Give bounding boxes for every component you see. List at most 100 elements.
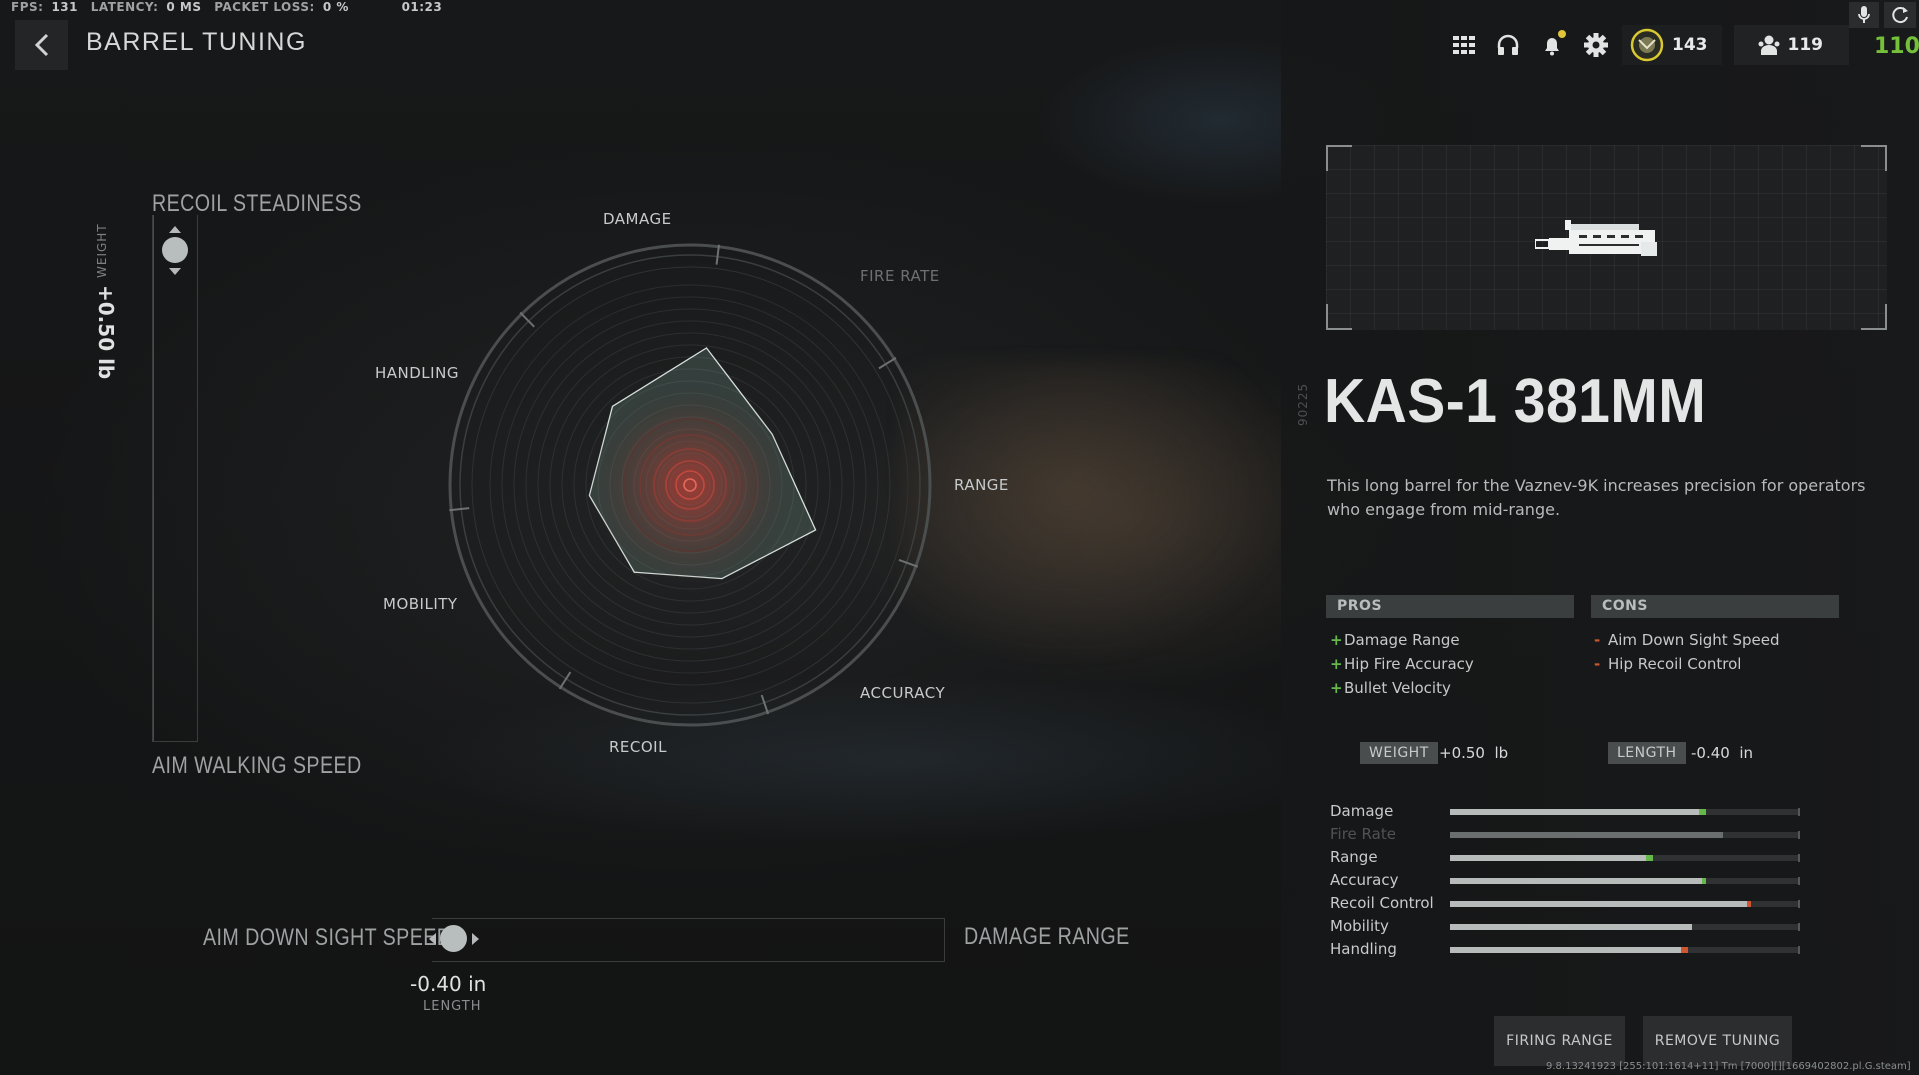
attachment-name: KAS-1 381MM bbox=[1324, 367, 1707, 436]
frame-corner bbox=[1861, 304, 1887, 330]
aim-down-sight-speed-label: AIM DOWN SIGHT SPEED bbox=[203, 924, 452, 951]
radar-label-mobility: MOBILITY bbox=[383, 595, 458, 613]
stat-row-fire-rate: Fire Rate bbox=[1330, 823, 1800, 845]
microphone-icon bbox=[1858, 6, 1870, 23]
stat-row-mobility: Mobility bbox=[1330, 915, 1800, 937]
mic-button[interactable] bbox=[1849, 2, 1879, 28]
radar-axis-tick bbox=[898, 559, 919, 568]
barrel-attachment-icon bbox=[1535, 220, 1657, 256]
stat-bar bbox=[1450, 831, 1800, 839]
pros-marker: + bbox=[1330, 655, 1343, 673]
latency-label: LATENCY: bbox=[90, 0, 159, 14]
cons-list: - Aim Down Sight Speed - Hip Recoil Control bbox=[1594, 628, 1779, 676]
weight-slider-thumb[interactable] bbox=[162, 237, 188, 263]
pros-text: Bullet Velocity bbox=[1344, 679, 1451, 697]
cons-item: - Aim Down Sight Speed bbox=[1594, 628, 1779, 652]
fps-value: 131 bbox=[51, 0, 78, 14]
stat-bar-end bbox=[1798, 923, 1800, 931]
attachment-preview bbox=[1326, 145, 1887, 330]
weight-slider-track[interactable] bbox=[152, 215, 198, 742]
stat-row-range: Range bbox=[1330, 846, 1800, 868]
stat-bar-end bbox=[1798, 900, 1800, 908]
headset-icon bbox=[1497, 34, 1519, 55]
frame-corner bbox=[1326, 145, 1352, 171]
stat-row-recoil-control: Recoil Control bbox=[1330, 892, 1800, 914]
stat-bar-fill bbox=[1450, 901, 1751, 907]
stat-bar-change bbox=[1747, 901, 1751, 907]
stat-row-damage: Damage bbox=[1330, 800, 1800, 822]
pros-marker: + bbox=[1330, 679, 1343, 697]
back-button[interactable] bbox=[15, 20, 68, 70]
green-counter: 110 bbox=[1874, 34, 1919, 59]
stat-bar-end bbox=[1798, 877, 1800, 885]
pros-item: +Bullet Velocity bbox=[1330, 676, 1474, 700]
settings-button[interactable] bbox=[1574, 25, 1618, 65]
menu-grid-button[interactable] bbox=[1442, 25, 1486, 65]
stat-bar-fill bbox=[1450, 947, 1688, 953]
stat-bar-end bbox=[1798, 946, 1800, 954]
cons-text: Hip Recoil Control bbox=[1608, 655, 1742, 673]
frame-corner bbox=[1326, 304, 1352, 330]
length-slider-track[interactable] bbox=[432, 918, 945, 962]
cons-item: - Hip Recoil Control bbox=[1594, 652, 1779, 676]
stat-bar bbox=[1450, 877, 1800, 885]
stat-bar bbox=[1450, 808, 1800, 816]
stat-name: Handling bbox=[1330, 940, 1397, 958]
radar-axis-tick bbox=[519, 311, 535, 328]
firing-range-button[interactable]: FIRING RANGE bbox=[1494, 1016, 1625, 1066]
arrow-up-icon bbox=[169, 226, 181, 233]
pros-text: Damage Range bbox=[1344, 631, 1460, 649]
radar-label-range: RANGE bbox=[954, 476, 1009, 494]
stat-bar-change bbox=[1646, 855, 1653, 861]
radar-label-handling: HANDLING bbox=[375, 364, 459, 382]
remove-tuning-button[interactable]: REMOVE TUNING bbox=[1643, 1016, 1792, 1066]
stat-name: Damage bbox=[1330, 802, 1394, 820]
fps-label: FPS: bbox=[11, 0, 44, 14]
latency-value: 0 MS bbox=[166, 0, 202, 14]
cons-marker: - bbox=[1594, 631, 1601, 649]
length-tag: LENGTH bbox=[1608, 742, 1686, 764]
grid-icon bbox=[1453, 36, 1475, 54]
stat-name: Range bbox=[1330, 848, 1378, 866]
recoil-steadiness-label: RECOIL STEADINESS bbox=[152, 190, 362, 217]
stat-bar bbox=[1450, 854, 1800, 862]
pros-item: +Hip Fire Accuracy bbox=[1330, 652, 1474, 676]
session-time: 01:23 bbox=[401, 0, 443, 14]
attachment-code: 90225 bbox=[1296, 382, 1310, 426]
radar-axis-tick bbox=[760, 694, 770, 715]
cons-header: CONS bbox=[1591, 595, 1839, 618]
stat-bar-end bbox=[1798, 831, 1800, 839]
pros-item: +Damage Range bbox=[1330, 628, 1474, 652]
length-slider-thumb[interactable] bbox=[440, 925, 467, 952]
player-level-button[interactable]: 143 bbox=[1622, 25, 1722, 65]
arrow-left-icon bbox=[429, 933, 436, 945]
stat-bar bbox=[1450, 900, 1800, 908]
stat-name: Recoil Control bbox=[1330, 894, 1434, 912]
stat-bar-end bbox=[1798, 854, 1800, 862]
stat-name: Mobility bbox=[1330, 917, 1389, 935]
stat-name: Fire Rate bbox=[1330, 825, 1396, 843]
stat-bar-fill bbox=[1450, 855, 1646, 861]
refresh-button[interactable] bbox=[1884, 2, 1916, 28]
weight-tag: WEIGHT bbox=[1360, 742, 1438, 764]
stat-bar bbox=[1450, 946, 1800, 954]
arrow-down-icon bbox=[169, 268, 181, 275]
cons-text: Aim Down Sight Speed bbox=[1608, 631, 1780, 649]
build-info: 9.8.13241923 [255:101:1614+11] Tm [7000]… bbox=[1546, 1061, 1911, 1072]
friends-icon bbox=[1758, 35, 1779, 55]
notifications-button[interactable] bbox=[1530, 25, 1574, 65]
gear-icon bbox=[1584, 33, 1608, 57]
stats-radar: DAMAGE FIRE RATE RANGE ACCURACY RECOIL M… bbox=[360, 200, 1020, 780]
length-value: -0.40 in bbox=[410, 972, 487, 996]
top-nav-icons: 143 119 bbox=[1442, 25, 1849, 65]
weight-axis-label: WEIGHT bbox=[95, 223, 109, 278]
audio-button[interactable] bbox=[1486, 25, 1530, 65]
stat-bar-fill bbox=[1450, 809, 1699, 815]
stat-bar bbox=[1450, 923, 1800, 931]
arrow-right-icon bbox=[472, 933, 479, 945]
stat-name: Accuracy bbox=[1330, 871, 1399, 889]
stat-bar-fill bbox=[1450, 832, 1723, 838]
social-button[interactable]: 119 bbox=[1733, 25, 1849, 65]
packet-loss-value: 0 % bbox=[322, 0, 349, 14]
stat-bar-fill bbox=[1450, 924, 1692, 930]
